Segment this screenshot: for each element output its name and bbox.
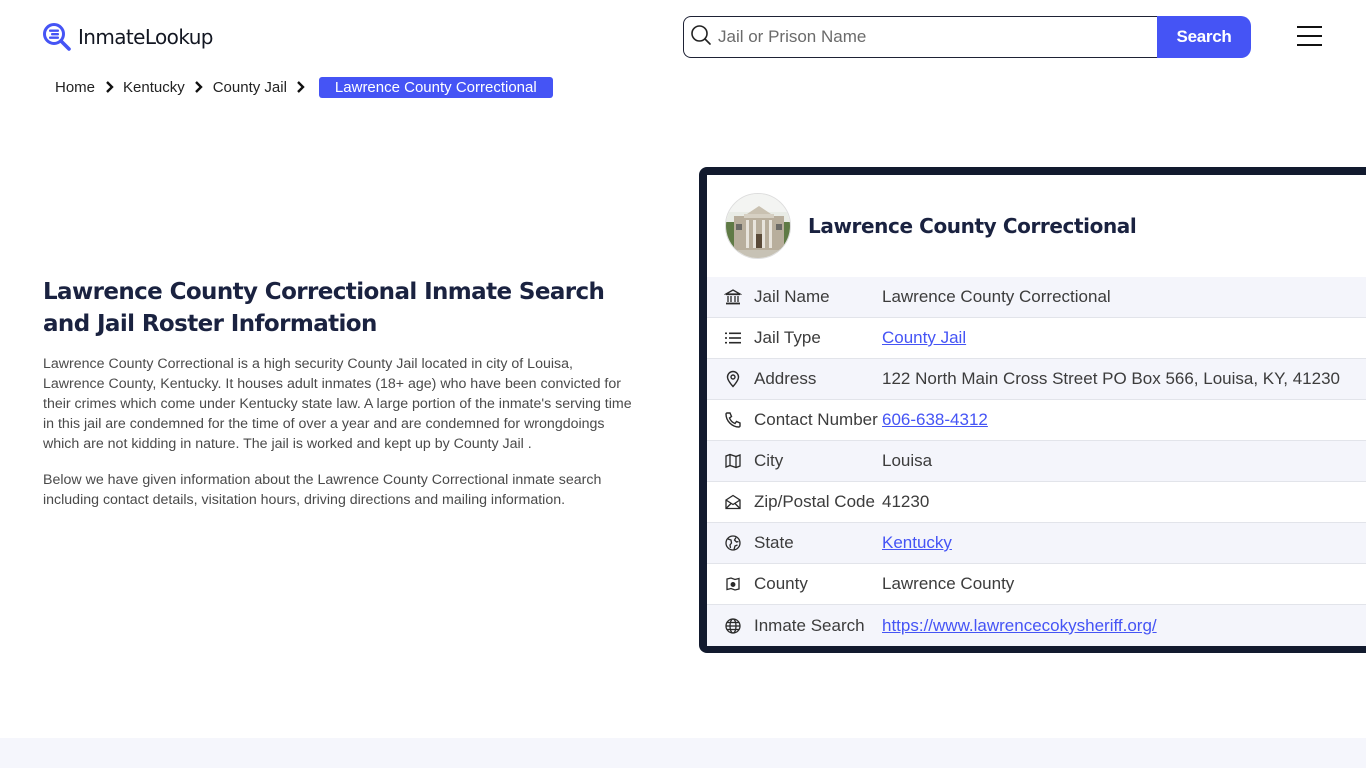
row-label: Inmate Search [754, 615, 865, 635]
globe-region-icon [723, 533, 743, 553]
chevron-right-icon [191, 81, 207, 93]
footer-band [0, 738, 1366, 768]
search-icon [690, 24, 712, 51]
row-label: State [754, 533, 794, 552]
county-map-icon [723, 574, 743, 594]
row-label: City [754, 451, 784, 470]
row-label: Contact Number [754, 410, 878, 429]
mail-open-icon [723, 492, 743, 512]
phone-link[interactable]: 606-638-4312 [882, 410, 988, 429]
row-value: Louisa [882, 451, 933, 470]
info-row-state: State Kentucky [707, 523, 1366, 564]
row-value: Lawrence County Correctional [882, 287, 1111, 306]
search-bar: Search [683, 16, 1251, 58]
magnifier-logo-icon [42, 22, 72, 52]
info-row-inmate-search: Inmate Search https://www.lawrencecokysh… [707, 605, 1366, 646]
info-row-address: Address 122 North Main Cross Street PO B… [707, 359, 1366, 400]
search-input[interactable] [718, 27, 1138, 47]
jail-photo [725, 193, 791, 259]
breadcrumb: Home Kentucky County Jail Lawrence Count… [55, 76, 553, 98]
map-icon [723, 451, 743, 471]
info-row-city: City Louisa [707, 441, 1366, 482]
search-field [683, 16, 1157, 58]
bank-icon [723, 287, 743, 307]
row-value: Lawrence County [882, 574, 1015, 593]
jail-type-link[interactable]: County Jail [882, 328, 966, 347]
map-pin-icon [723, 369, 743, 389]
breadcrumb-home[interactable]: Home [55, 79, 95, 96]
jail-info-card: Lawrence County Correctional Jail Name L… [699, 167, 1366, 653]
info-row-county: County Lawrence County [707, 564, 1366, 605]
logo[interactable]: InmateLookup [42, 22, 213, 52]
site-header: InmateLookup Search [0, 0, 1366, 70]
description-paragraph: Below we have given information about th… [43, 472, 602, 508]
description: Lawrence County Correctional is a high s… [43, 354, 638, 526]
info-table: Jail Name Lawrence County Correctional J… [707, 277, 1366, 646]
breadcrumb-county-jail[interactable]: County Jail [213, 79, 287, 96]
row-value: 41230 [882, 492, 930, 511]
search-button[interactable]: Search [1157, 16, 1251, 58]
page-title: Lawrence County Correctional Inmate Sear… [43, 279, 605, 337]
row-value: 122 North Main Cross Street PO Box 566, … [882, 369, 1341, 388]
row-label: Zip/Postal Code [754, 492, 875, 511]
inmate-search-link[interactable]: https://www.lawrencecokysheriff.org/ [882, 616, 1157, 635]
row-label: Address [754, 369, 817, 388]
row-label: Jail Name [754, 287, 830, 306]
chevron-right-icon [293, 81, 309, 93]
hamburger-menu-icon[interactable] [1297, 26, 1325, 48]
globe-icon [723, 616, 743, 636]
info-row-jail-name: Jail Name Lawrence County Correctional [707, 277, 1366, 318]
row-label: County [754, 574, 808, 593]
info-row-jail-type: Jail Type County Jail [707, 318, 1366, 359]
card-header: Lawrence County Correctional [707, 175, 1366, 277]
list-icon [723, 328, 743, 348]
phone-icon [723, 410, 743, 430]
card-title: Lawrence County Correctional [808, 214, 1137, 238]
info-row-contact-number: Contact Number 606-638-4312 [707, 400, 1366, 441]
row-label: Jail Type [754, 328, 821, 347]
breadcrumb-current: Lawrence County Correctional [318, 76, 553, 98]
state-link[interactable]: Kentucky [882, 533, 952, 552]
breadcrumb-kentucky[interactable]: Kentucky [123, 79, 185, 96]
chevron-right-icon [101, 81, 117, 93]
description-paragraph: Lawrence County Correctional is a high s… [43, 356, 632, 452]
info-row-zip: Zip/Postal Code 41230 [707, 482, 1366, 523]
logo-text: InmateLookup [78, 25, 213, 49]
